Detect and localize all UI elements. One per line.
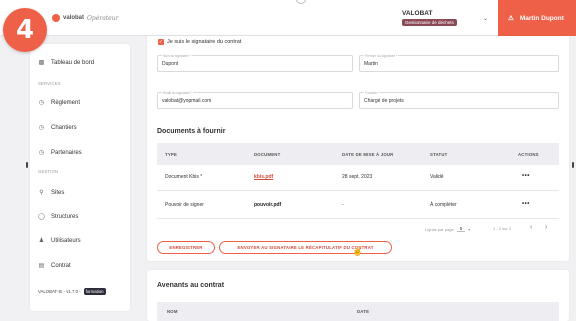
sidebar-item-label: Partenaires	[51, 149, 82, 156]
column-header: DATE	[357, 309, 370, 314]
users-icon: ♟	[38, 238, 45, 244]
signatory-function-field[interactable]: Fonction * Chargé de projets	[359, 91, 559, 109]
cell-type: Document Kbis *	[165, 174, 203, 180]
building-icon: ◯	[38, 214, 45, 220]
cell-status: À compléter	[430, 202, 457, 208]
pagination-range: 1 - 2 sur 2	[493, 226, 512, 231]
logo-icon	[52, 14, 60, 22]
clock-icon: ◷	[38, 150, 45, 156]
brand-name: valobat	[63, 15, 85, 21]
org-name: VALOBAT	[402, 10, 433, 17]
cell-status: Validé	[430, 174, 444, 180]
save-button[interactable]: ENREGISTRER	[157, 241, 215, 254]
sidebar-item-label: Sites	[51, 189, 65, 196]
document-link[interactable]: kbis.pdf	[254, 174, 273, 180]
signatory-checkbox-label: Je suis le signataire du contrat	[167, 39, 242, 45]
mouse-cursor-icon: ☝	[352, 246, 364, 256]
sidebar-item-label: Tableau de bord	[51, 59, 95, 66]
rows-per-page-label: Lignes par page	[425, 226, 454, 232]
column-header: DATE DE MISE À JOUR	[342, 152, 394, 157]
row-divider	[157, 218, 559, 219]
top-bar: valobat Opérateur VALOBAT Gestionnaire d…	[0, 0, 576, 36]
environment-badge: formation	[83, 288, 106, 295]
brand-tagline: Opérateur	[87, 14, 119, 22]
app-version: VALOBAT-SI - v1.7.0 - formation	[38, 288, 106, 295]
previous-page-icon[interactable]: ‹	[530, 224, 532, 231]
column-header: NOM	[167, 309, 178, 314]
signatory-firstname-field[interactable]: Prénom du signataire * Martin	[359, 54, 559, 72]
dashboard-icon: ▩	[38, 60, 45, 66]
send-summary-button[interactable]: ENVOYER AU SIGNATAIRE LE RÉCAPITULATIF D…	[219, 241, 392, 254]
cell-type: Pouvoir de signer	[165, 202, 204, 208]
column-header: TYPE	[165, 152, 178, 157]
sidebar-item-partenaires[interactable]: ◷ Partenaires	[38, 149, 82, 157]
sidebar-item-utilisateurs[interactable]: ♟ Utilisateurs	[38, 237, 81, 245]
step-number-badge: 4	[3, 8, 47, 52]
collapse-panel-handle[interactable]	[572, 162, 574, 168]
header-toggle-icon[interactable]	[296, 0, 306, 4]
column-header: ACTIONS	[518, 152, 539, 157]
alert-icon: ⚠	[508, 15, 514, 22]
sidebar-item-sites[interactable]: ⚲ Sites	[38, 189, 65, 197]
version-text: VALOBAT-SI - v1.7.0 -	[38, 289, 81, 294]
field-label: Email du signataire *	[162, 91, 194, 95]
document-icon: ▤	[38, 263, 45, 269]
rows-per-page: Lignes par page 5 ▾	[425, 226, 470, 232]
sidebar-item-label: Contrat	[51, 262, 71, 269]
cell-date: -	[342, 202, 344, 208]
org-role-badge: Gestionnaire de déchets	[402, 19, 457, 26]
field-value: Chargé de projets	[364, 98, 404, 104]
field-label: Fonction *	[364, 91, 381, 95]
sidebar-item-chantiers[interactable]: ◷ Chantiers	[38, 124, 77, 132]
signatory-checkbox[interactable]: ✓	[158, 39, 164, 45]
signatory-email-field[interactable]: Email du signataire * valobat@yopmail.co…	[157, 91, 353, 109]
sidebar-item-tableau-de-bord[interactable]: ▩ Tableau de bord	[38, 59, 95, 67]
signatory-checkbox-row[interactable]: ✓ Je suis le signataire du contrat	[158, 39, 241, 45]
column-header: STATUT	[430, 152, 448, 157]
sidebar-item-label: Règlement	[51, 99, 81, 106]
field-label: Prénom du signataire *	[364, 54, 399, 58]
sidebar-section-services: SERVICES	[38, 81, 61, 86]
sidebar-item-label: Structures	[51, 213, 79, 220]
field-value: valobat@yopmail.com	[162, 98, 212, 104]
documents-section-title: Documents à fournir	[157, 128, 226, 135]
sidebar-section-gestion: GESTION	[38, 169, 59, 174]
row-actions-icon[interactable]: •••	[522, 201, 530, 207]
user-name: Martin Dupont	[519, 14, 564, 22]
rows-per-page-select[interactable]: 5	[456, 226, 466, 232]
clock-icon: ◷	[38, 125, 45, 131]
sidebar-item-label: Utilisateurs	[51, 237, 81, 244]
field-value: Martin	[364, 61, 378, 67]
documents-table-header: TYPE DOCUMENT DATE DE MISE À JOUR STATUT…	[157, 143, 559, 165]
contract-form-card: ✓ Je suis le signataire du contrat Nom d…	[147, 36, 569, 261]
next-page-icon[interactable]: ›	[545, 224, 547, 231]
amendments-card: Avenants au contrat NOM DATE	[147, 270, 569, 321]
sidebar-item-structures[interactable]: ◯ Structures	[38, 213, 79, 221]
amendments-section-title: Avenants au contrat	[157, 282, 225, 289]
column-header: DOCUMENT	[254, 152, 281, 157]
sidebar-item-contrat[interactable]: ▤ Contrat	[38, 262, 71, 270]
sidebar-item-label: Chantiers	[51, 124, 77, 131]
clock-icon: ◷	[38, 100, 45, 106]
document-name: pouvoir.pdf	[254, 202, 282, 208]
cell-date: 28 sept. 2023	[342, 174, 373, 180]
location-icon: ⚲	[39, 190, 44, 196]
chevron-down-icon[interactable]: ⌄	[483, 15, 488, 22]
field-label: Nom du signataire *	[162, 54, 192, 58]
field-value: Dupont	[162, 61, 179, 67]
collapse-sidebar-handle[interactable]	[26, 162, 28, 168]
chevron-down-icon[interactable]: ▾	[468, 227, 470, 232]
sidebar-item-reglement[interactable]: ◷ Règlement	[38, 99, 81, 107]
organisation-selector[interactable]: VALOBAT Gestionnaire de déchets	[402, 10, 457, 26]
amendments-table-header: NOM DATE	[157, 302, 559, 321]
sidebar: ▩ Tableau de bord SERVICES ◷ Règlement ◷…	[30, 44, 130, 311]
signatory-lastname-field[interactable]: Nom du signataire * Dupont	[157, 54, 353, 72]
user-menu[interactable]: ⚠ Martin Dupont	[498, 0, 576, 36]
row-actions-icon[interactable]: •••	[522, 173, 530, 179]
brand-logo[interactable]: valobat Opérateur	[52, 14, 118, 22]
row-divider	[157, 190, 559, 191]
